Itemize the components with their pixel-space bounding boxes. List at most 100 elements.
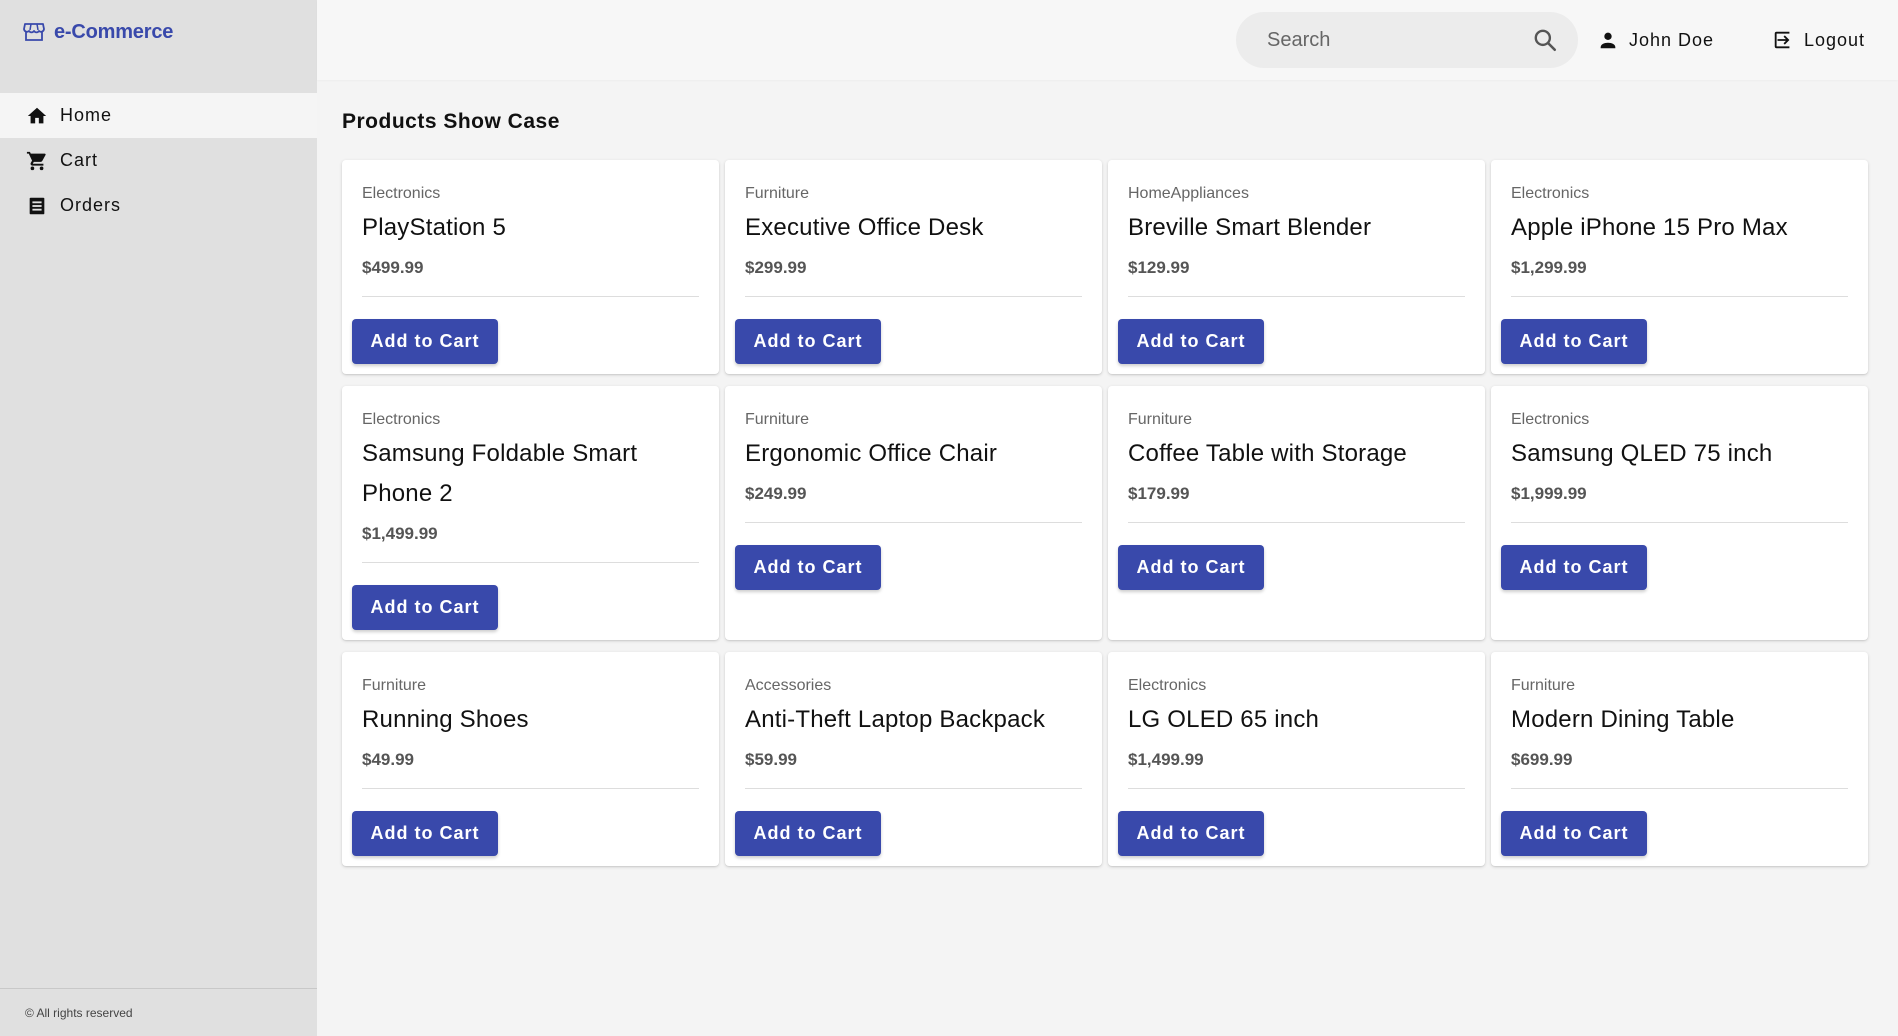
storefront-icon [23, 23, 45, 41]
search-icon[interactable] [1532, 27, 1558, 53]
product-price: $1,499.99 [362, 524, 438, 543]
product-category: HomeAppliances [1128, 185, 1249, 202]
product-card: Furniture Ergonomic Office Chair $249.99… [725, 386, 1102, 640]
product-name: Samsung QLED 75 inch [1511, 440, 1773, 467]
divider [362, 296, 699, 297]
logout-label: Logout [1804, 29, 1866, 50]
add-to-cart-button[interactable]: Add to Cart [1118, 319, 1264, 364]
product-name: Ergonomic Office Chair [745, 440, 998, 467]
add-to-cart-button[interactable]: Add to Cart [1118, 811, 1264, 856]
product-category: Furniture [745, 411, 810, 428]
product-name: Executive Office Desk [745, 214, 984, 241]
user-menu[interactable]: John Doe [1597, 24, 1714, 56]
search-box [1236, 12, 1578, 68]
product-card: Furniture Coffee Table with Storage $179… [1108, 386, 1485, 640]
product-name: Breville Smart Blender [1128, 214, 1372, 241]
logout-icon [1774, 31, 1790, 49]
sidebar-nav: Home Cart Orders [0, 93, 317, 228]
product-card: Furniture Running Shoes $49.99 Add to Ca… [342, 652, 719, 866]
divider [1511, 788, 1848, 789]
copyright-text: © All rights reserved [25, 1005, 133, 1020]
product-category: Electronics [1128, 677, 1207, 694]
divider [1128, 788, 1465, 789]
product-category: Accessories [745, 677, 832, 694]
product-card: Accessories Anti-Theft Laptop Backpack $… [725, 652, 1102, 866]
sidebar-item-home[interactable]: Home [0, 93, 317, 138]
product-name: Running Shoes [362, 706, 529, 733]
product-price: $1,299.99 [1511, 258, 1587, 277]
home-icon [27, 107, 47, 123]
product-category: Electronics [1511, 411, 1590, 428]
topbar: John Doe Logout [317, 0, 1898, 80]
search-input[interactable] [1267, 28, 1532, 52]
product-price: $59.99 [745, 750, 797, 769]
add-to-cart-button[interactable]: Add to Cart [1501, 811, 1647, 856]
product-category: Electronics [362, 411, 441, 428]
divider [362, 562, 699, 563]
add-to-cart-button[interactable]: Add to Cart [1501, 319, 1647, 364]
sidebar-item-label: Home [60, 105, 113, 125]
product-card: Electronics Samsung QLED 75 inch $1,999.… [1491, 386, 1868, 640]
divider [1511, 522, 1848, 523]
product-card: Electronics LG OLED 65 inch $1,499.99 Ad… [1108, 652, 1485, 866]
product-category: Furniture [1128, 411, 1193, 428]
product-card: Furniture Modern Dining Table $699.99 Ad… [1491, 652, 1868, 866]
page-title: Products Show Case [342, 110, 560, 133]
sidebar-footer: © All rights reserved [0, 988, 317, 1036]
orders-icon [29, 197, 45, 214]
product-card: HomeAppliances Breville Smart Blender $1… [1108, 160, 1485, 374]
product-price: $49.99 [362, 750, 414, 769]
divider [745, 522, 1082, 523]
add-to-cart-button[interactable]: Add to Cart [352, 585, 498, 630]
brand[interactable]: e-Commerce [0, 0, 317, 64]
divider [1128, 522, 1465, 523]
sidebar-item-label: Cart [60, 150, 99, 170]
product-card: Electronics Samsung Foldable Smart Phone… [342, 386, 719, 640]
product-price: $1,499.99 [1128, 750, 1204, 769]
add-to-cart-button[interactable]: Add to Cart [1118, 545, 1264, 590]
sidebar-item-cart[interactable]: Cart [0, 138, 317, 183]
add-to-cart-button[interactable]: Add to Cart [735, 545, 881, 590]
sidebar-item-label: Orders [60, 195, 122, 215]
brand-name: e-Commerce [54, 20, 174, 43]
product-card: Electronics PlayStation 5 $499.99 Add to… [342, 160, 719, 374]
product-category: Furniture [362, 677, 427, 694]
user-name: John Doe [1629, 29, 1715, 50]
product-price: $299.99 [745, 258, 807, 277]
divider [1511, 296, 1848, 297]
product-category: Electronics [362, 185, 441, 202]
divider [1128, 296, 1465, 297]
sidebar-item-orders[interactable]: Orders [0, 183, 317, 228]
product-grid: Electronics PlayStation 5 $499.99 Add to… [342, 160, 1868, 878]
divider [745, 296, 1082, 297]
product-name: Modern Dining Table [1511, 706, 1735, 733]
product-price: $249.99 [745, 484, 807, 503]
product-name: Samsung Foldable Smart Phone 2 [362, 440, 638, 507]
divider [745, 788, 1082, 789]
product-price: $129.99 [1128, 258, 1190, 277]
add-to-cart-button[interactable]: Add to Cart [735, 811, 881, 856]
main-content: John Doe Logout Products Show Case Elect… [317, 0, 1898, 1036]
product-card: Furniture Executive Office Desk $299.99 … [725, 160, 1102, 374]
product-card: Electronics Apple iPhone 15 Pro Max $1,2… [1491, 160, 1868, 374]
product-category: Electronics [1511, 185, 1590, 202]
product-name: LG OLED 65 inch [1128, 706, 1320, 733]
app: e-Commerce Home Cart Orders © All rights… [0, 0, 1898, 1036]
add-to-cart-button[interactable]: Add to Cart [735, 319, 881, 364]
product-price: $499.99 [362, 258, 424, 277]
product-category: Furniture [745, 185, 810, 202]
product-price: $179.99 [1128, 484, 1190, 503]
product-name: Anti-Theft Laptop Backpack [745, 706, 1046, 733]
product-name: Coffee Table with Storage [1128, 440, 1407, 467]
add-to-cart-button[interactable]: Add to Cart [1501, 545, 1647, 590]
product-price: $699.99 [1511, 750, 1573, 769]
product-price: $1,999.99 [1511, 484, 1587, 503]
product-category: Furniture [1511, 677, 1576, 694]
add-to-cart-button[interactable]: Add to Cart [352, 811, 498, 856]
logout-button[interactable]: Logout [1772, 24, 1865, 56]
product-name: PlayStation 5 [362, 214, 507, 241]
divider [362, 788, 699, 789]
product-name: Apple iPhone 15 Pro Max [1511, 214, 1788, 241]
add-to-cart-button[interactable]: Add to Cart [352, 319, 498, 364]
cart-icon [26, 151, 46, 170]
